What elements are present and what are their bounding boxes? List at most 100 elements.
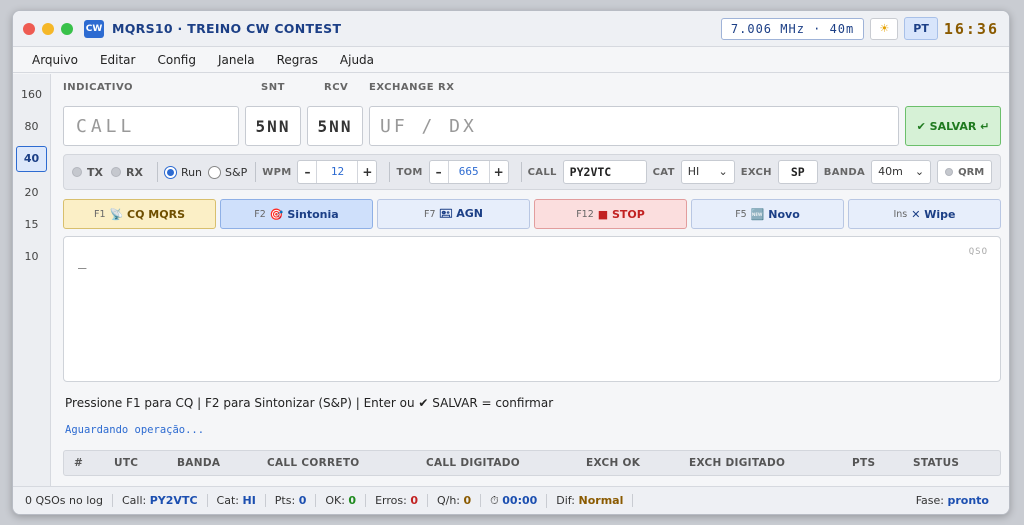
wpm-increase-button[interactable]: + bbox=[358, 165, 376, 179]
status-phase: Fase: pronto bbox=[916, 494, 989, 507]
col-call-typed[interactable]: CALL DIGITADO bbox=[426, 457, 520, 469]
tune-button[interactable]: F2 🎯 Sintonia bbox=[220, 199, 373, 229]
band-select[interactable]: 40m ⌄ bbox=[871, 160, 932, 184]
language-button[interactable]: PT bbox=[904, 17, 938, 40]
col-exch-typed[interactable]: EXCH DIGITADO bbox=[689, 457, 785, 469]
rx-label: RX bbox=[125, 165, 143, 179]
cq-button[interactable]: F1 📡 CQ MQRS bbox=[63, 199, 216, 229]
menu-janela[interactable]: Janela bbox=[218, 53, 255, 67]
sun-icon[interactable]: ☀ bbox=[870, 17, 899, 40]
status-dif-label: Dif: bbox=[556, 494, 575, 507]
menu-ajuda[interactable]: Ajuda bbox=[340, 53, 374, 67]
fkey-label: F2 bbox=[254, 208, 266, 220]
status-pts-value: 0 bbox=[298, 494, 307, 507]
chevron-down-icon: ⌄ bbox=[914, 165, 925, 178]
new-label: 🆕 Novo bbox=[750, 207, 800, 221]
qso-count: 0 QSOs no log bbox=[25, 494, 113, 507]
band-select-value: 40m bbox=[878, 165, 903, 178]
wpm-label: WPM bbox=[262, 166, 292, 178]
divider bbox=[389, 162, 391, 182]
status-points: Pts: 0 bbox=[266, 494, 317, 507]
col-band[interactable]: BANDA bbox=[177, 457, 220, 469]
col-points[interactable]: PTS bbox=[852, 457, 875, 469]
category-value: HI bbox=[687, 165, 700, 178]
col-utc[interactable]: UTC bbox=[114, 457, 138, 469]
tone-label: TOM bbox=[396, 166, 423, 178]
status-err-label: Erros: bbox=[375, 494, 407, 507]
my-exch-label: EXCH bbox=[740, 166, 772, 178]
stop-label: ■ STOP bbox=[597, 207, 645, 221]
frequency-display: 7.006 MHz · 40m bbox=[720, 17, 865, 40]
fkey-label: F5 bbox=[735, 208, 747, 220]
wpm-decrease-button[interactable]: – bbox=[298, 165, 316, 179]
menu-editar[interactable]: Editar bbox=[100, 53, 136, 67]
status-cat-value: HI bbox=[242, 494, 256, 507]
category-select[interactable]: HI ⌄ bbox=[680, 160, 735, 184]
fkey-label: Ins bbox=[893, 208, 908, 220]
status-category: Cat: HI bbox=[208, 494, 266, 507]
agn-label: 🖭 AGN bbox=[439, 206, 483, 220]
app-logo-icon: CW bbox=[84, 19, 104, 38]
status-call: Call: PY2VTC bbox=[113, 494, 208, 507]
wipe-button[interactable]: Ins ✕ Wipe bbox=[848, 199, 1001, 229]
qrm-label: QRM bbox=[958, 166, 985, 178]
fkey-label: F12 bbox=[576, 208, 594, 220]
divider bbox=[156, 162, 158, 182]
exchange-label: EXCHANGE RX bbox=[369, 82, 455, 93]
fkey-label: F7 bbox=[424, 208, 436, 220]
tone-value[interactable]: 665 bbox=[447, 161, 490, 183]
menu-arquivo[interactable]: Arquivo bbox=[32, 53, 78, 67]
wpm-stepper: – 12 + bbox=[297, 160, 378, 184]
band-20[interactable]: 20 bbox=[13, 182, 50, 204]
my-call-label: CALL bbox=[527, 166, 557, 178]
band-80[interactable]: 80 bbox=[13, 116, 50, 138]
band-15[interactable]: 15 bbox=[13, 214, 50, 236]
qrm-toggle[interactable]: QRM bbox=[937, 160, 993, 184]
minimize-window-button[interactable] bbox=[42, 22, 54, 35]
agn-button[interactable]: F7 🖭 AGN bbox=[377, 199, 530, 229]
rcv-input[interactable]: 5NN bbox=[307, 106, 363, 146]
band-10[interactable]: 10 bbox=[13, 246, 50, 268]
menu-regras[interactable]: Regras bbox=[277, 53, 318, 67]
tone-decrease-button[interactable]: – bbox=[430, 165, 448, 179]
control-bar: TX RX Run S&P WPM – 12 + TOM – 665 + CAL… bbox=[63, 154, 1001, 190]
col-status[interactable]: STATUS bbox=[913, 457, 959, 469]
close-window-button[interactable] bbox=[23, 22, 35, 35]
run-radio[interactable] bbox=[163, 165, 177, 179]
band-sidebar: 160 80 40 20 15 10 bbox=[13, 74, 51, 488]
band-160[interactable]: 160 bbox=[13, 84, 50, 106]
call-label: INDICATIVO bbox=[63, 82, 134, 93]
status-pts-label: Pts: bbox=[274, 494, 296, 507]
status-call-value: PY2VTC bbox=[149, 494, 198, 507]
app-window: CW MQRS10 · TREINO CW CONTEST 7.006 MHz … bbox=[12, 10, 1010, 515]
col-call-correct[interactable]: CALL CORRETO bbox=[267, 457, 360, 469]
clock-display: 16:36 bbox=[943, 19, 999, 38]
new-button[interactable]: F5 🆕 Novo bbox=[691, 199, 844, 229]
col-exch-ok[interactable]: EXCH OK bbox=[586, 457, 640, 469]
log-table-header: # UTC BANDA CALL CORRETO CALL DIGITADO E… bbox=[63, 450, 1001, 476]
qso-text-area[interactable]: _ QSO bbox=[63, 236, 1001, 382]
call-input[interactable]: CALL bbox=[63, 106, 239, 146]
snt-input[interactable]: 5NN bbox=[245, 106, 301, 146]
status-errors: Erros: 0 bbox=[366, 494, 428, 507]
exchange-input[interactable]: UF / DX bbox=[369, 106, 899, 146]
run-label[interactable]: Run bbox=[181, 166, 202, 179]
tx-led-icon bbox=[72, 167, 82, 177]
sp-label[interactable]: S&P bbox=[225, 166, 247, 179]
status-phase-label: Fase: bbox=[915, 494, 944, 507]
tune-label: 🎯 Sintonia bbox=[269, 207, 339, 221]
my-call-input[interactable]: PY2VTC bbox=[562, 160, 647, 184]
menu-config[interactable]: Config bbox=[157, 53, 196, 67]
my-exch-input[interactable]: SP bbox=[777, 160, 818, 184]
band-40[interactable]: 40 bbox=[16, 146, 47, 172]
save-button[interactable]: ✔ SALVAR ↵ bbox=[905, 106, 1001, 146]
wpm-value[interactable]: 12 bbox=[316, 161, 359, 183]
stop-button[interactable]: F12 ■ STOP bbox=[534, 199, 687, 229]
col-number[interactable]: # bbox=[74, 457, 83, 469]
tx-label: TX bbox=[87, 165, 103, 179]
sp-radio[interactable] bbox=[208, 165, 222, 179]
snt-label: SNT bbox=[261, 82, 285, 93]
main-panel: INDICATIVO SNT RCV EXCHANGE RX CALL 5NN … bbox=[63, 74, 1001, 488]
tone-increase-button[interactable]: + bbox=[490, 165, 508, 179]
maximize-window-button[interactable] bbox=[61, 22, 73, 35]
